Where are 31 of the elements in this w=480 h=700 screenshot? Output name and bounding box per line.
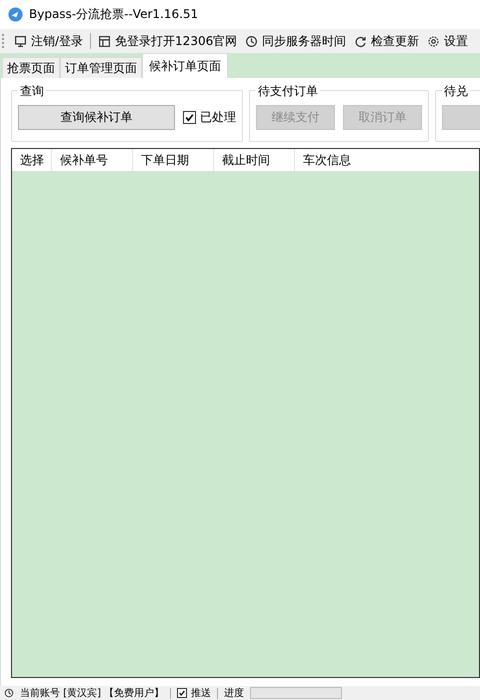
action-button[interactable]: 查询候补订单 [18,105,175,130]
checkbox[interactable] [177,688,188,698]
tab[interactable]: 抢票页面 [2,57,60,78]
clock-icon [245,34,258,48]
group-title: 待兑 [442,84,470,100]
progress-label: 进度 [224,686,244,700]
column-header[interactable]: 车次信息 [295,149,383,171]
toolbar-button[interactable]: 设置 [423,32,472,50]
toolbar-button[interactable]: 免登录打开12306官网 [94,32,242,50]
column-header[interactable]: 候补单号 [52,149,133,171]
column-header[interactable]: 截止时间 [214,149,295,171]
tab[interactable]: 订单管理页面 [60,57,142,78]
monitor-icon [14,34,27,48]
window-title: Bypass-分流抢票--Ver1.16.51 [29,6,198,23]
refresh-icon [354,34,368,48]
column-header[interactable]: 下单日期 [133,149,214,171]
checkbox-label: 推送 [191,687,212,700]
group-title: 待支付订单 [256,84,320,100]
column-header[interactable]: 选择 [12,149,52,171]
toolbar-grip [2,34,6,48]
tab[interactable]: 候补订单页面 [142,53,228,78]
app-logo-icon [8,7,23,22]
checkbox-label: 已处理 [200,109,236,126]
window-icon [98,34,112,48]
clock-icon [4,688,14,698]
toolbar-button[interactable]: 检查更新 [350,32,424,50]
account-label: 当前账号 [黄汉宾] 【免费用户】 [20,686,164,700]
checkbox[interactable] [183,111,196,124]
toolbar-button[interactable]: 同步服务器时间 [241,32,350,50]
toolbar-button[interactable]: 注销/登录 [10,32,88,50]
settings-icon [427,34,440,48]
